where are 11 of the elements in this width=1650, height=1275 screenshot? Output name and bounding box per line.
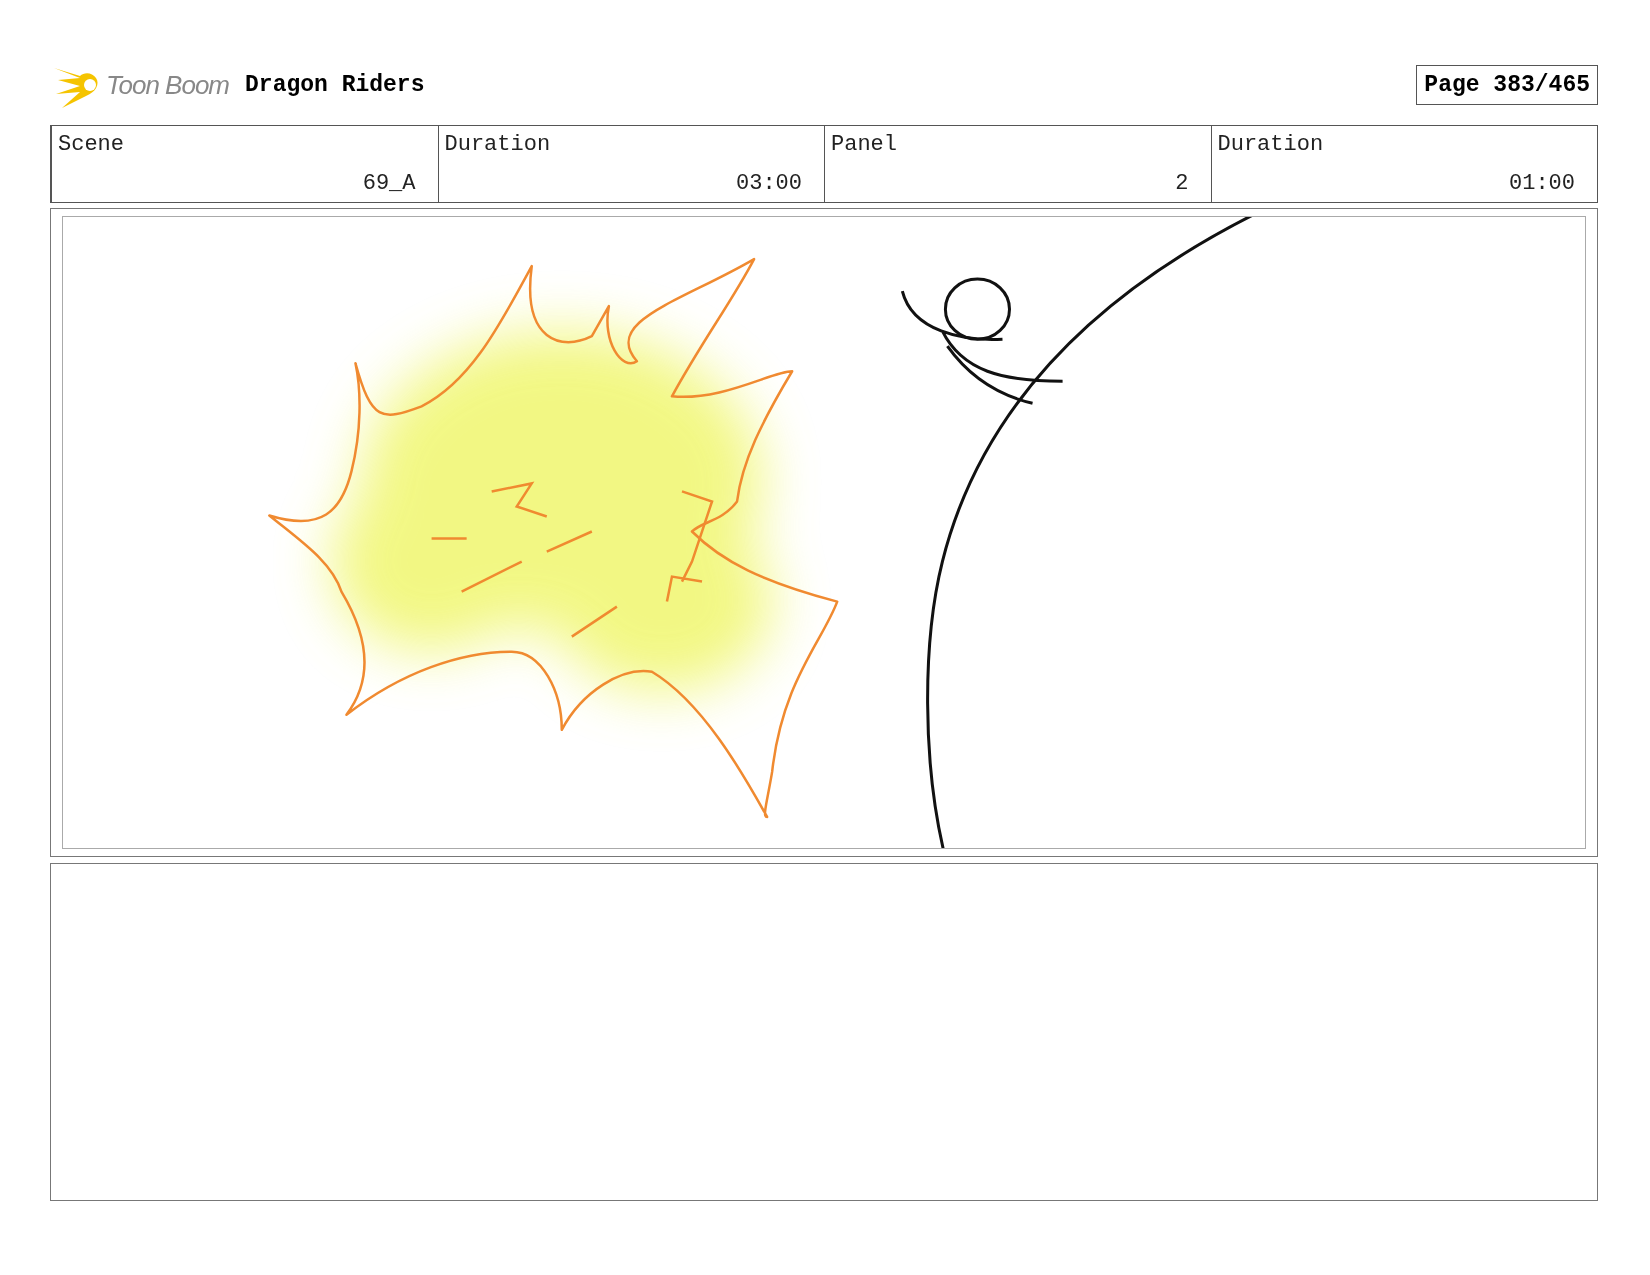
project-title: Dragon Riders — [245, 72, 425, 98]
field-value: 03:00 — [736, 171, 802, 196]
page-number: Page 383/465 — [1416, 65, 1598, 105]
field-value: 69_A — [362, 171, 416, 196]
field-label: Panel — [831, 132, 898, 157]
field-label: Duration — [444, 132, 552, 157]
field-value: 2 — [1175, 171, 1189, 196]
logo-text: Toon Boom — [106, 69, 230, 101]
field-label: Scene — [58, 132, 125, 157]
field-value: 01:00 — [1509, 171, 1575, 196]
field-label: Duration — [1217, 132, 1325, 157]
